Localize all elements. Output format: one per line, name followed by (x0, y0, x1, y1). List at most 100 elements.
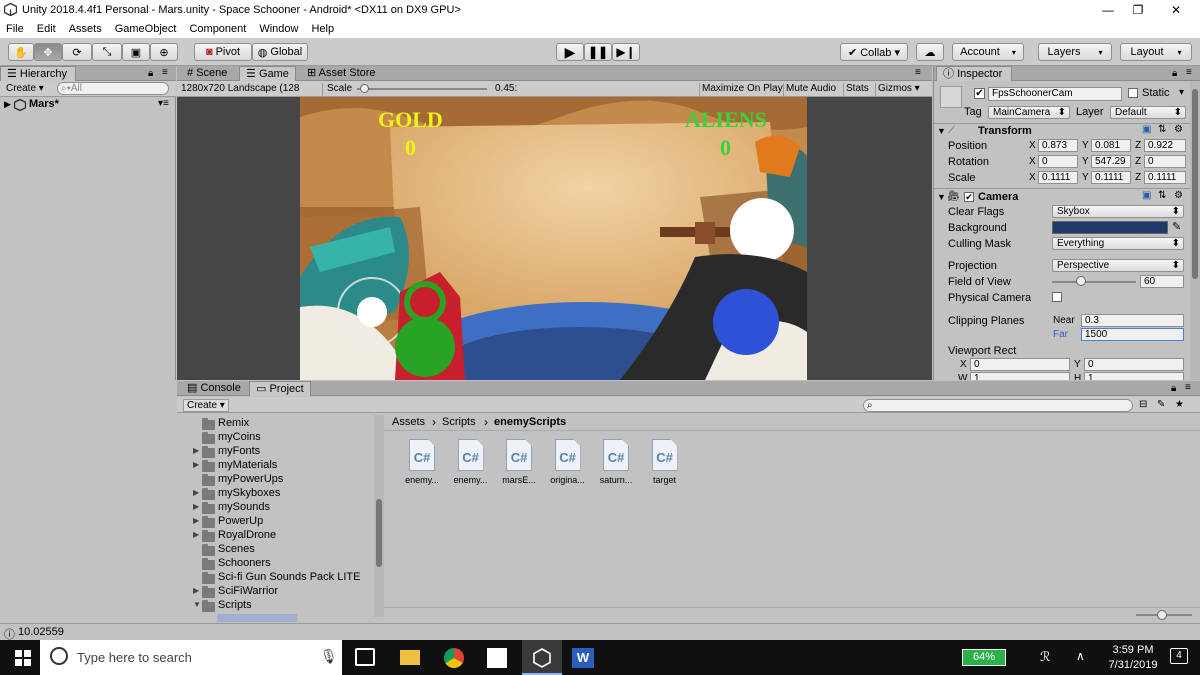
hierarchy-item-mars[interactable]: ▶ Mars* ▾≡ (4, 98, 174, 112)
project-create-button[interactable]: Create ▾ (183, 399, 229, 412)
expand-arrow-icon[interactable]: ▶ (4, 99, 11, 110)
eyedropper-icon[interactable]: ✎ (1172, 220, 1181, 233)
lock-icon[interactable]: 🔒︎ (148, 68, 153, 79)
close-button[interactable]: ✕ (1158, 0, 1194, 20)
notifications-icon[interactable]: 4 (1170, 648, 1188, 664)
presets-icon[interactable]: ⇅ (1158, 124, 1166, 135)
tab-asset-store[interactable]: ⊞ Asset Store (301, 66, 382, 81)
expand-arrow-icon[interactable]: ▶ (193, 488, 199, 497)
resolution-dropdown[interactable]: 1280x720 Landscape (128 (181, 83, 323, 96)
clock-time[interactable]: 3:59 PM (1103, 644, 1163, 656)
static-checkbox[interactable] (1128, 88, 1138, 98)
lock-icon[interactable]: 🔒︎ (1171, 383, 1176, 394)
layout-dropdown[interactable]: Layout ▾ (1120, 43, 1192, 61)
component-settings-icon[interactable]: ⚙ (1174, 190, 1183, 201)
pivot-button[interactable]: ◙ Pivot (194, 43, 252, 61)
menu-component[interactable]: Component (189, 23, 246, 35)
tab-hierarchy[interactable]: ☰ Hierarchy (0, 66, 76, 81)
menu-file[interactable]: File (6, 23, 24, 35)
favorite-star-icon[interactable]: ★ (1175, 399, 1184, 412)
asset-script[interactable]: C# saturn... (594, 439, 638, 485)
viewport-w-input[interactable]: 1 (970, 372, 1070, 380)
layer-dropdown[interactable]: Default ⬍ (1110, 106, 1186, 119)
global-button[interactable]: ◍ Global (252, 43, 308, 61)
camera-enabled-checkbox[interactable]: ✔ (964, 192, 974, 202)
breadcrumb-enemyscripts[interactable]: enemyScripts (494, 416, 566, 428)
clear-flags-dropdown[interactable]: Skybox ⬍ (1052, 205, 1184, 218)
expand-arrow-icon[interactable]: ▶ (193, 502, 199, 511)
collapse-arrow-icon[interactable]: ▼ (937, 192, 946, 202)
expand-arrow-icon[interactable]: ▶ (193, 516, 199, 525)
asset-script[interactable]: C# enemy... (400, 439, 444, 485)
lock-icon[interactable]: 🔒︎ (1172, 68, 1177, 79)
far-input[interactable]: 1500 (1081, 328, 1184, 341)
expand-arrow-icon[interactable]: ▶ (193, 586, 199, 595)
presets-icon[interactable]: ⇅ (1158, 190, 1166, 201)
fov-slider-knob[interactable] (1075, 276, 1086, 286)
snip-app-icon[interactable] (487, 648, 507, 668)
account-dropdown[interactable]: Account ▾ (952, 43, 1024, 61)
near-input[interactable]: 0.3 (1081, 314, 1184, 327)
clock-date[interactable]: 7/31/2019 (1103, 659, 1163, 671)
rotation-x-input[interactable]: 0 (1038, 155, 1078, 168)
microphone-icon[interactable]: 🎙︎ (320, 648, 338, 665)
panel-menu-icon[interactable]: ≡ (162, 67, 168, 78)
scale-z-input[interactable]: 0.1111 (1144, 171, 1186, 184)
status-text[interactable]: 10.02559 (18, 626, 64, 638)
rotate-tool-button[interactable]: ⟳ (62, 43, 92, 61)
asset-script[interactable]: C# target (643, 439, 687, 485)
position-z-input[interactable]: 0.922 (1144, 139, 1186, 152)
menu-edit[interactable]: Edit (37, 23, 56, 35)
icon-size-slider-knob[interactable] (1157, 610, 1167, 620)
tab-game[interactable]: ☰ Game (239, 66, 296, 81)
help-icon[interactable]: ▣ (1142, 124, 1151, 135)
breadcrumb-scripts[interactable]: Scripts (442, 416, 476, 428)
hierarchy-search-input[interactable]: ⌕▾All (57, 82, 169, 95)
maximize-on-play-toggle[interactable]: Maximize On Play (699, 83, 783, 96)
tab-project[interactable]: ▭ Project (249, 381, 311, 396)
physical-camera-checkbox[interactable] (1052, 292, 1062, 302)
help-icon[interactable]: ▣ (1142, 190, 1151, 201)
tray-chevron-icon[interactable]: ∧ (1076, 649, 1085, 663)
tree-scrollbar[interactable] (374, 415, 384, 617)
taskbar-search-box[interactable]: Type here to search 🎙︎ (40, 640, 342, 675)
inspector-scrollbar[interactable] (1190, 81, 1200, 380)
component-settings-icon[interactable]: ⚙ (1174, 124, 1183, 135)
rotation-z-input[interactable]: 0 (1144, 155, 1186, 168)
viewport-x-input[interactable]: 0 (970, 358, 1070, 371)
asset-script[interactable]: C# enemy... (449, 439, 493, 485)
expand-arrow-icon[interactable]: ▶ (193, 460, 199, 469)
panel-menu-icon[interactable]: ≡ (1186, 67, 1192, 78)
tag-dropdown[interactable]: MainCamera ⬍ (988, 106, 1070, 119)
scale-y-input[interactable]: 0.1111 (1091, 171, 1131, 184)
asset-script[interactable]: C# origina... (546, 439, 590, 485)
menu-assets[interactable]: Assets (69, 23, 102, 35)
object-name-input[interactable]: FpsSchoonerCam (988, 87, 1122, 101)
mute-audio-toggle[interactable]: Mute Audio (783, 83, 836, 96)
menu-gameobject[interactable]: GameObject (115, 23, 177, 35)
step-button[interactable]: ▶❙ (612, 43, 640, 61)
projection-dropdown[interactable]: Perspective ⬍ (1052, 259, 1184, 272)
maximize-button[interactable]: ❐ (1120, 0, 1156, 20)
people-icon[interactable]: ℛ (1040, 649, 1050, 665)
transform-tool-button[interactable]: ⊕ (150, 43, 178, 61)
fov-input[interactable]: 60 (1140, 275, 1184, 288)
pause-button[interactable]: ❚❚ (584, 43, 612, 61)
scale-slider-knob[interactable] (359, 84, 369, 93)
tree-scrollbar-thumb[interactable] (376, 499, 382, 567)
culling-mask-dropdown[interactable]: Everything ⬍ (1052, 237, 1184, 250)
rect-tool-button[interactable]: ▣ (122, 43, 150, 61)
position-x-input[interactable]: 0.873 (1038, 139, 1078, 152)
asset-script[interactable]: C# marsE... (497, 439, 541, 485)
fov-slider-track[interactable] (1052, 281, 1136, 283)
unity-taskbar-button[interactable] (522, 640, 562, 675)
tab-inspector[interactable]: ⓘ Inspector (936, 66, 1012, 81)
project-search-input[interactable]: ⌕ (863, 399, 1133, 412)
position-y-input[interactable]: 0.081 (1091, 139, 1131, 152)
scale-slider-track[interactable] (357, 88, 487, 90)
gizmos-dropdown[interactable]: Gizmos ▾ (875, 83, 920, 96)
tab-console[interactable]: ▤ Console (181, 381, 247, 396)
layers-dropdown[interactable]: Layers ▾ (1038, 43, 1112, 61)
active-checkbox[interactable]: ✔ (974, 88, 985, 99)
menu-window[interactable]: Window (259, 23, 298, 35)
